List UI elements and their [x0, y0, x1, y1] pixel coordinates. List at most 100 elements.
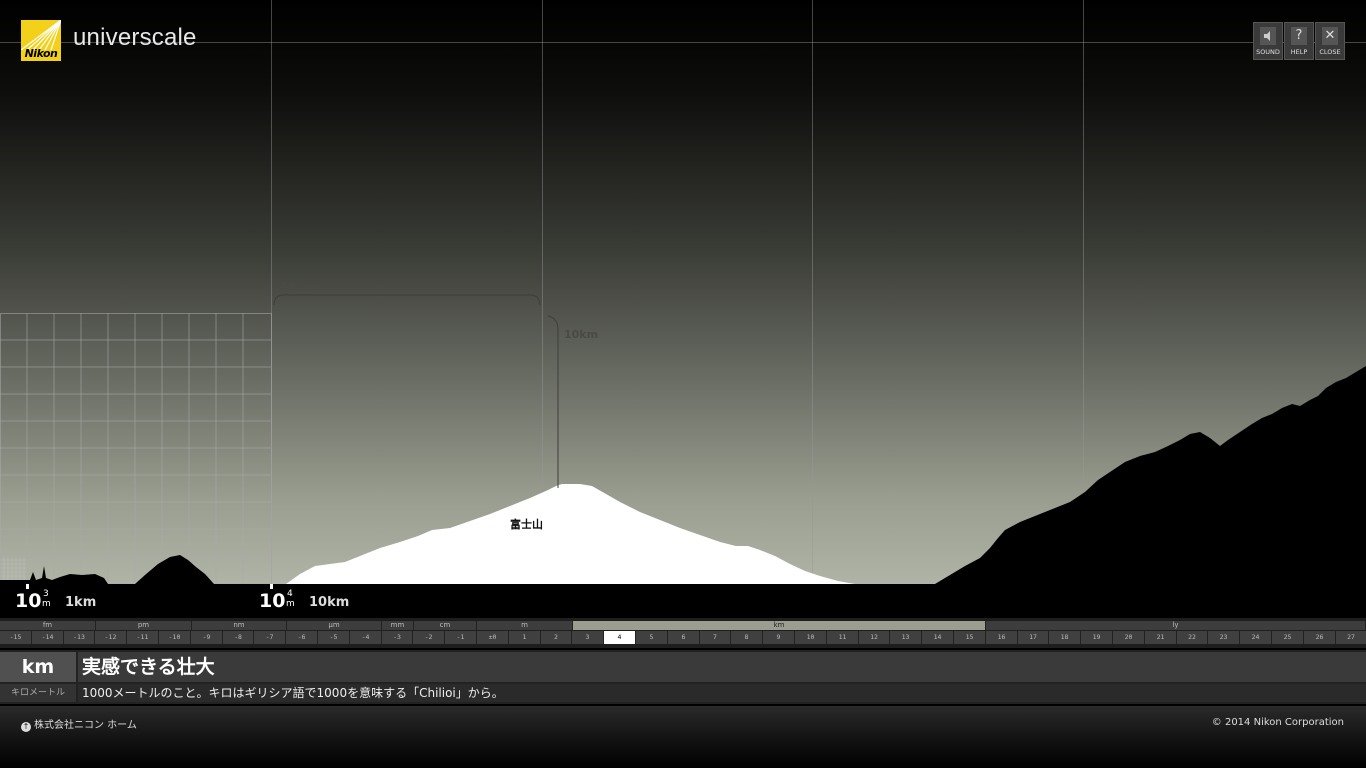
close-label: CLOSE: [1319, 48, 1341, 56]
speaker-icon: [1260, 27, 1276, 45]
ruler-cell[interactable]: 15: [954, 631, 986, 644]
fuji-label: 富士山: [510, 518, 543, 531]
ruler-cell[interactable]: -7: [254, 631, 286, 644]
ruler-group-ly[interactable]: ly: [986, 621, 1366, 630]
ruler-group-fm[interactable]: fm: [0, 621, 96, 630]
logo-text: Nikon: [24, 47, 58, 60]
headline: 実感できる壮大: [82, 656, 215, 678]
sound-button[interactable]: SOUND: [1253, 22, 1283, 60]
ruler-cell[interactable]: -1: [445, 631, 477, 644]
tiny-grid: [0, 557, 27, 584]
ruler-group-mm[interactable]: mm: [382, 621, 414, 630]
ruler-cell[interactable]: -5: [318, 631, 350, 644]
copyright: © 2014 Nikon Corporation: [1211, 717, 1344, 728]
app-title: universcale: [73, 24, 197, 51]
ruler-cell[interactable]: -15: [0, 631, 32, 644]
ruler-cell[interactable]: 21: [1145, 631, 1177, 644]
ruler-cell[interactable]: ±0: [477, 631, 509, 644]
home-link[interactable]: ↑ 株式会社ニコン ホーム: [21, 716, 137, 732]
sound-label: SOUND: [1256, 48, 1280, 56]
ruler-cell[interactable]: 11: [827, 631, 859, 644]
arrow-up-icon: ↑: [21, 722, 31, 732]
ruler-cell[interactable]: 10: [795, 631, 827, 644]
logo-rays-icon: [21, 20, 61, 50]
ruler-cell[interactable]: 6: [668, 631, 700, 644]
ruler-cell[interactable]: 22: [1177, 631, 1208, 644]
scene-artwork: [0, 294, 1366, 584]
ruler-cell[interactable]: 27: [1336, 631, 1366, 644]
mount-fuji: [286, 484, 855, 584]
ruler-cell[interactable]: 18: [1049, 631, 1081, 644]
home-link-label: 株式会社ニコン ホーム: [34, 720, 137, 731]
ruler-cell[interactable]: 2: [541, 631, 572, 644]
description: 1000メートルのこと。キロはギリシア語で1000を意味する「Chilioi」か…: [82, 686, 504, 700]
ruler-cell[interactable]: 8: [731, 631, 763, 644]
ruler-group-cm[interactable]: cm: [414, 621, 477, 630]
unit-reading: キロメートル: [0, 684, 76, 702]
scale-scene: 10km 10km 富士山 Nikon universcale SOUND ? …: [0, 0, 1366, 584]
help-icon: ?: [1291, 27, 1307, 45]
ruler-cell[interactable]: 26: [1304, 631, 1336, 644]
ruler-cell[interactable]: -13: [64, 631, 95, 644]
close-icon: ✕: [1322, 27, 1338, 45]
ruler-cell[interactable]: 13: [890, 631, 922, 644]
ruler-cell[interactable]: 5: [636, 631, 668, 644]
ruler-cell[interactable]: 7: [700, 631, 731, 644]
help-button[interactable]: ? HELP: [1284, 22, 1314, 60]
close-button[interactable]: ✕ CLOSE: [1315, 22, 1345, 60]
power-unit: m: [286, 599, 295, 609]
scale-marker: [270, 584, 273, 589]
ruler-cell[interactable]: -8: [223, 631, 254, 644]
ruler-cell[interactable]: 20: [1113, 631, 1145, 644]
ruler-cell[interactable]: -6: [286, 631, 318, 644]
ruler-cell[interactable]: 4: [604, 631, 636, 644]
measure-label-top: 10km: [281, 280, 316, 293]
power-exponent: 4: [287, 589, 293, 599]
measure-bracket-top: [273, 294, 541, 306]
ruler-group-m[interactable]: m: [477, 621, 573, 630]
ruler-cell[interactable]: 3: [572, 631, 604, 644]
power-base: 10: [259, 590, 286, 612]
ruler-cell[interactable]: 17: [1018, 631, 1049, 644]
ruler-group-um[interactable]: μm: [287, 621, 382, 630]
ruler-cell[interactable]: -12: [95, 631, 127, 644]
info-panel: km キロメートル 実感できる壮大 1000メートルのこと。キロはギリシア語で1…: [0, 650, 1366, 704]
power-exponent: 3: [43, 589, 49, 599]
ruler-cell[interactable]: 19: [1081, 631, 1113, 644]
headline-box: 実感できる壮大: [78, 652, 1366, 682]
ruler-cell[interactable]: 9: [763, 631, 795, 644]
scale-text-right: 10km: [309, 595, 350, 610]
ruler-group-pm[interactable]: pm: [96, 621, 192, 630]
ruler-cell[interactable]: -14: [32, 631, 64, 644]
ruler-cell[interactable]: 1: [509, 631, 541, 644]
unit-symbol: km: [0, 652, 76, 682]
ruler-cell[interactable]: -10: [159, 631, 191, 644]
ruler-cell[interactable]: 24: [1240, 631, 1272, 644]
ruler-cell[interactable]: -2: [413, 631, 445, 644]
help-label: HELP: [1290, 48, 1308, 56]
mountain-range-silhouette: [935, 366, 1366, 584]
ruler-group-km[interactable]: km: [573, 621, 986, 630]
description-box: 1000メートルのこと。キロはギリシア語で1000を意味する「Chilioi」か…: [78, 684, 1366, 702]
ruler-cell[interactable]: -11: [127, 631, 159, 644]
measure-bracket-side: [547, 315, 559, 488]
ruler-group-nm[interactable]: nm: [192, 621, 287, 630]
ruler-cell[interactable]: 25: [1272, 631, 1304, 644]
ruler-cell[interactable]: -9: [191, 631, 223, 644]
ruler-cell[interactable]: 23: [1208, 631, 1240, 644]
power-unit: m: [42, 599, 51, 609]
unit-ruler[interactable]: fm pm nm μm mm cm m km ly -15 -14 -13 -12 -1…: [0, 618, 1366, 648]
ruler-cell[interactable]: 16: [986, 631, 1018, 644]
ruler-cell[interactable]: 12: [859, 631, 890, 644]
nikon-logo[interactable]: Nikon: [21, 20, 61, 61]
ruler-cell[interactable]: 14: [922, 631, 954, 644]
ruler-cell[interactable]: -3: [382, 631, 413, 644]
ruler-cell[interactable]: -4: [350, 631, 382, 644]
scale-readout-bar: [0, 584, 1366, 618]
one-km-grid: [0, 313, 272, 584]
scale-text-left: 1km: [65, 595, 97, 610]
power-base: 10: [15, 590, 42, 612]
footer: ↑ 株式会社ニコン ホーム © 2014 Nikon Corporation: [0, 706, 1366, 768]
scale-marker: [26, 584, 29, 589]
measure-label-side: 10km: [564, 328, 599, 341]
